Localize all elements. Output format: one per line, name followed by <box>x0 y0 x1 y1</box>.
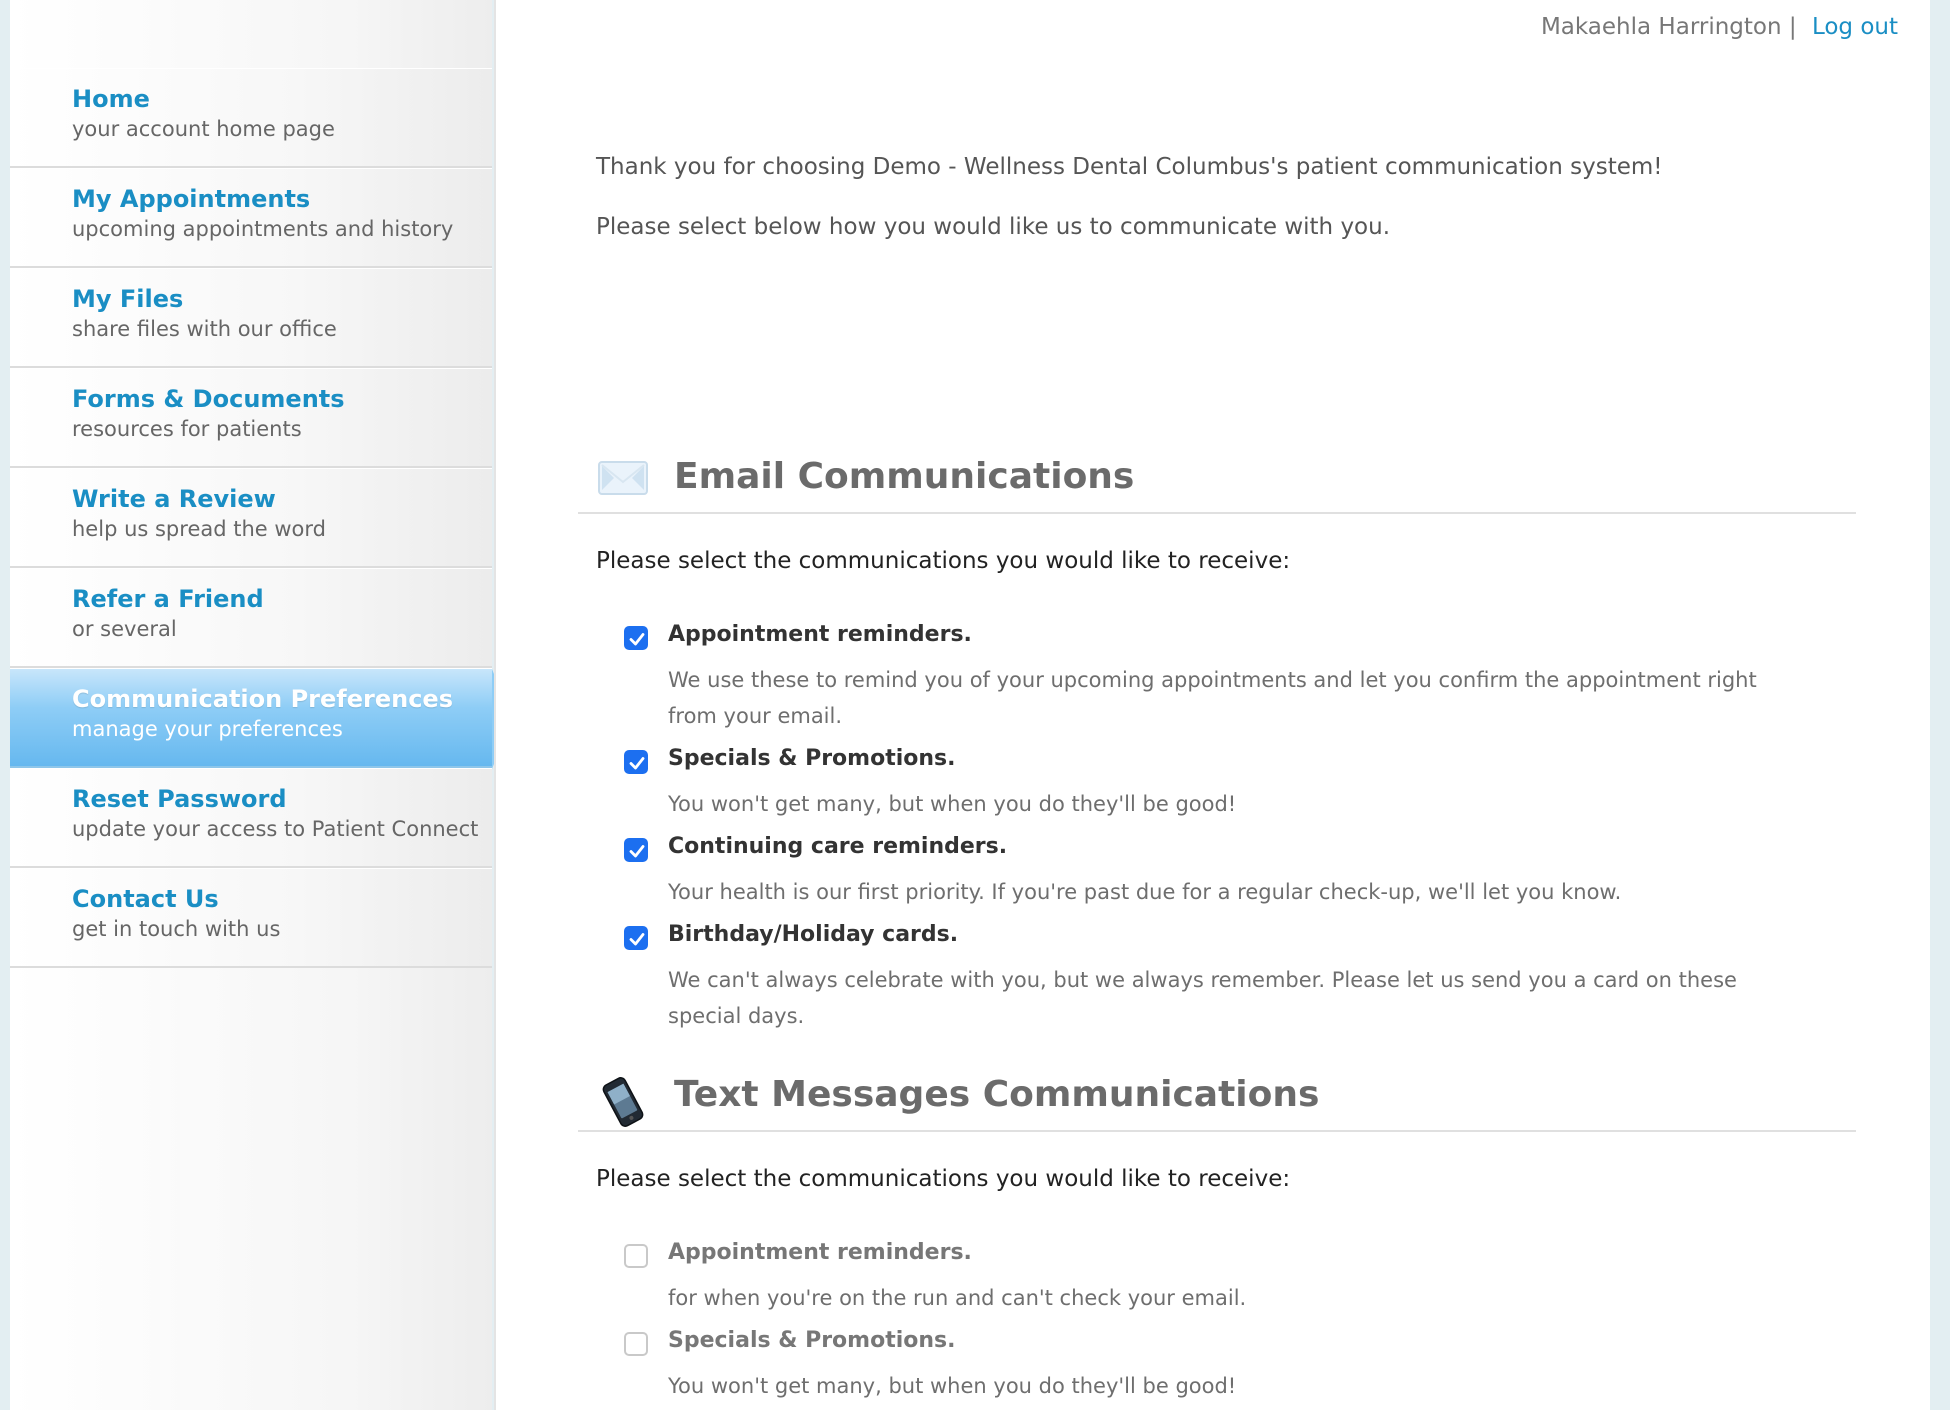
sidebar-item-subtitle: update your access to Patient Connect <box>72 817 479 841</box>
user-bar: Makaehla Harrington | Log out <box>1541 14 1898 40</box>
sidebar-item-refer-friend[interactable]: Refer a Friend or several <box>10 568 492 668</box>
sidebar-item-home[interactable]: Home your account home page <box>10 68 492 168</box>
email-section-title: Email Communications <box>674 456 1135 497</box>
intro-instructions: Please select below how you would like u… <box>596 214 1391 240</box>
sidebar-item-title: Forms & Documents <box>72 385 345 413</box>
user-name: Makaehla Harrington <box>1540 14 1782 40</box>
sidebar-item-contact-us[interactable]: Contact Us get in touch with us <box>10 868 492 968</box>
option-description: You won't get many, but when you do they… <box>668 1374 1237 1398</box>
option-label: Specials & Promotions. <box>668 746 956 771</box>
option-description: You won't get many, but when you do they… <box>668 792 1237 816</box>
email-prompt: Please select the communications you wou… <box>596 548 1291 574</box>
logout-link[interactable]: Log out <box>1812 14 1898 40</box>
user-separator: | <box>1788 14 1797 40</box>
sidebar-nav: Home your account home page My Appointme… <box>10 68 512 968</box>
sidebar-item-subtitle: upcoming appointments and history <box>72 217 454 241</box>
main-content: Makaehla Harrington | Log out Thank you … <box>494 0 1950 1410</box>
sidebar-item-title: Write a Review <box>72 485 276 513</box>
sidebar-item-communication-preferences[interactable]: Communication Preferences manage your pr… <box>10 668 512 769</box>
sidebar-item-subtitle: share files with our office <box>72 317 337 341</box>
option-label: Continuing care reminders. <box>668 834 1008 859</box>
option-label: Birthday/Holiday cards. <box>668 922 959 947</box>
sidebar-item-title: Reset Password <box>72 785 287 813</box>
option-description: for when you're on the run and can't che… <box>668 1286 1247 1310</box>
option-label: Appointment reminders. <box>668 1240 972 1265</box>
intro-thank-you: Thank you for choosing Demo - Wellness D… <box>596 154 1663 180</box>
text-appointment-reminders-checkbox[interactable] <box>624 1244 648 1268</box>
sidebar-item-title: Home <box>72 85 150 113</box>
sidebar: Home your account home page My Appointme… <box>10 0 512 1410</box>
option-label: Specials & Promotions. <box>668 1328 956 1353</box>
sidebar-item-subtitle: get in touch with us <box>72 917 281 941</box>
email-specials-promotions-checkbox[interactable] <box>624 750 648 774</box>
option-description: We can't always celebrate with you, but … <box>668 968 1737 1028</box>
text-specials-promotions-checkbox[interactable] <box>624 1332 648 1356</box>
sidebar-item-write-review[interactable]: Write a Review help us spread the word <box>10 468 492 568</box>
sidebar-item-title: Refer a Friend <box>72 585 264 613</box>
sidebar-item-my-appointments[interactable]: My Appointments upcoming appointments an… <box>10 168 492 268</box>
page-right-edge <box>1930 0 1950 1410</box>
option-description: We use these to remind you of your upcom… <box>668 668 1757 728</box>
sidebar-item-title: Communication Preferences <box>72 685 453 713</box>
text-section-header: Text Messages Communications <box>578 1070 1856 1132</box>
sidebar-item-subtitle: resources for patients <box>72 417 302 441</box>
sidebar-item-title: Contact Us <box>72 885 219 913</box>
sidebar-item-subtitle: or several <box>72 617 177 641</box>
email-birthday-holiday-checkbox[interactable] <box>624 926 648 950</box>
sidebar-item-subtitle: manage your preferences <box>72 717 343 741</box>
sidebar-item-subtitle: your account home page <box>72 117 335 141</box>
sidebar-item-title: My Appointments <box>72 185 311 213</box>
envelope-icon <box>598 458 648 502</box>
email-section-header: Email Communications <box>578 452 1856 514</box>
page: Home your account home page My Appointme… <box>0 0 1950 1410</box>
option-label: Appointment reminders. <box>668 622 972 647</box>
phone-icon <box>598 1076 648 1132</box>
email-continuing-care-checkbox[interactable] <box>624 838 648 862</box>
sidebar-item-my-files[interactable]: My Files share files with our office <box>10 268 492 368</box>
option-description: Your health is our first priority. If yo… <box>668 880 1622 904</box>
email-appointment-reminders-checkbox[interactable] <box>624 626 648 650</box>
sidebar-item-reset-password[interactable]: Reset Password update your access to Pat… <box>10 768 492 868</box>
text-section-title: Text Messages Communications <box>674 1074 1320 1115</box>
sidebar-item-title: My Files <box>72 285 184 313</box>
sidebar-item-subtitle: help us spread the word <box>72 517 326 541</box>
sidebar-item-forms-documents[interactable]: Forms & Documents resources for patients <box>10 368 492 468</box>
text-prompt: Please select the communications you wou… <box>596 1166 1291 1192</box>
